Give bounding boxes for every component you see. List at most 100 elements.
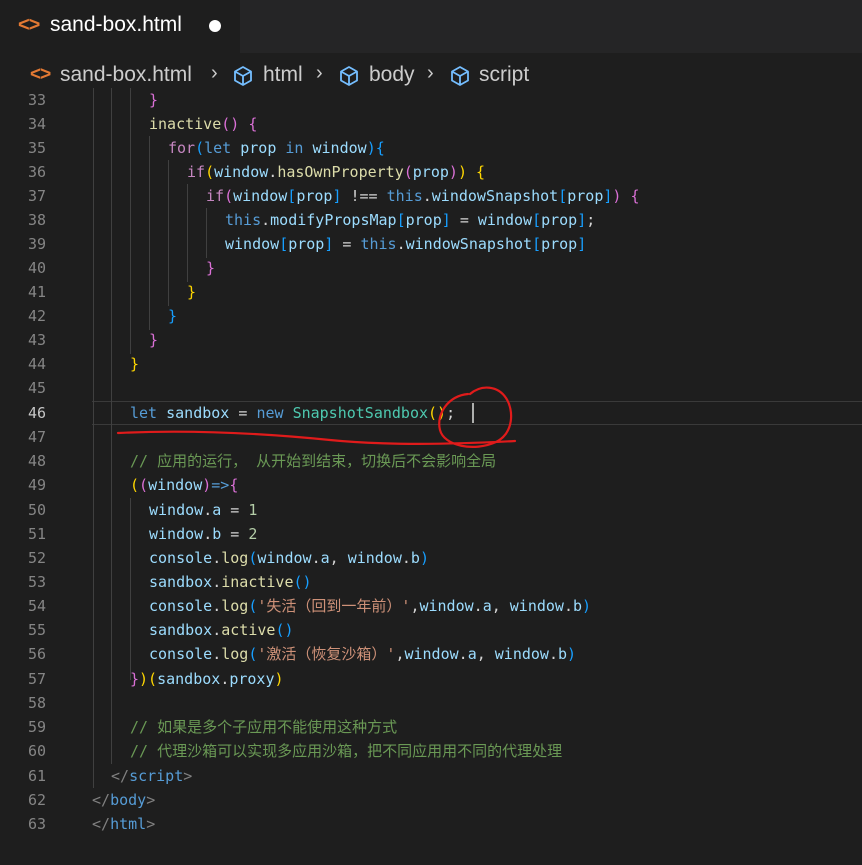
tab-sand-box-html[interactable]: <> sand-box.html (0, 0, 240, 53)
code-line: 39 window[prop] = this.windowSnapshot[pr… (0, 232, 862, 256)
code-line: 38 this.modifyPropsMap[prop] = window[pr… (0, 208, 862, 232)
line-number: 46 (27, 404, 46, 422)
code-text: </script> (111, 767, 193, 785)
code-text: sandbox.inactive() (149, 573, 312, 591)
code-text: if(window[prop] !== this.windowSnapshot[… (206, 187, 640, 205)
element-cube-icon (340, 66, 358, 86)
line-number: 56 (27, 645, 46, 663)
line-number: 55 (27, 621, 46, 639)
line-number: 36 (27, 163, 46, 181)
breadcrumb: <> sand-box.html › html › body › script (0, 53, 862, 93)
line-number: 63 (27, 815, 46, 833)
text-cursor (472, 403, 474, 423)
line-number: 41 (27, 283, 46, 301)
code-line: 35 for(let prop in window){ (0, 136, 862, 160)
code-text: inactive() { (149, 115, 258, 133)
html-file-icon: <> (30, 64, 51, 85)
line-number: 49 (27, 476, 46, 494)
code-line: 36 if(window.hasOwnProperty(prop)) { (0, 160, 862, 184)
code-comment: // 应用的运行， 从开始到结束，切换后不会影响全局 (130, 452, 497, 470)
line-number: 42 (27, 307, 46, 325)
line-number: 48 (27, 452, 46, 470)
code-text: } (187, 283, 197, 301)
line-number: 43 (27, 331, 46, 349)
code-line-current: 46 let sandbox = new SnapshotSandbox(); (0, 401, 862, 425)
line-number: 51 (27, 525, 46, 543)
code-line: 57 })(sandbox.proxy) (0, 667, 862, 691)
code-line: 34 inactive() { (0, 112, 862, 136)
code-line: 55 sandbox.active() (0, 618, 862, 642)
code-comment: // 代理沙箱可以实现多应用沙箱，把不同应用用不同的代理处理 (130, 742, 563, 760)
code-line: 33 } (0, 88, 862, 112)
code-line: 45 (0, 376, 862, 400)
code-line: 60 // 代理沙箱可以实现多应用沙箱，把不同应用用不同的代理处理 (0, 739, 862, 763)
code-text: console.log('失活（回到一年前）',window.a, window… (149, 597, 592, 615)
code-line: 62 </body> (0, 788, 862, 812)
code-text: for(let prop in window){ (168, 139, 385, 157)
code-text: } (149, 331, 159, 349)
chevron-right-icon: › (427, 62, 434, 84)
code-line: 58 (0, 691, 862, 715)
chevron-right-icon: › (316, 62, 323, 84)
line-number: 37 (27, 187, 46, 205)
string-literal: '失活（回到一年前）' (257, 597, 411, 615)
line-number: 61 (27, 767, 46, 785)
code-line: 54 console.log('失活（回到一年前）',window.a, win… (0, 594, 862, 618)
code-text: console.log('激活（恢复沙箱）',window.a, window.… (149, 645, 577, 663)
code-line: 53 sandbox.inactive() (0, 570, 862, 594)
code-comment: // 如果是多个子应用不能使用这种方式 (130, 718, 398, 736)
html-file-icon: <> (18, 14, 40, 36)
code-text: </html> (92, 815, 156, 833)
code-line: 51 window.b = 2 (0, 522, 862, 546)
code-line: 42 } (0, 304, 862, 328)
breadcrumb-item-script[interactable]: script (479, 63, 529, 87)
line-number: 38 (27, 211, 46, 229)
line-number: 39 (27, 235, 46, 253)
code-text: } (149, 91, 159, 109)
line-number: 53 (27, 573, 46, 591)
line-number: 59 (27, 718, 46, 736)
line-number: 45 (27, 379, 46, 397)
line-number: 62 (27, 791, 46, 809)
string-literal: '激活（恢复沙箱）' (257, 645, 396, 663)
line-number: 50 (27, 501, 46, 519)
code-text: let sandbox = new SnapshotSandbox(); (130, 404, 456, 422)
breadcrumb-item-html[interactable]: html (263, 63, 303, 87)
line-number: 52 (27, 549, 46, 567)
code-editor[interactable]: 33 } 34 inactive() { 35 for(let prop in … (0, 88, 862, 865)
line-number: 57 (27, 670, 46, 688)
line-number: 33 (27, 91, 46, 109)
code-line: 41 } (0, 280, 862, 304)
code-text: } (130, 355, 140, 373)
code-text: ((window)=>{ (130, 476, 239, 494)
code-line: 50 window.a = 1 (0, 498, 862, 522)
code-line: 59 // 如果是多个子应用不能使用这种方式 (0, 715, 862, 739)
code-text: window.a = 1 (149, 501, 258, 519)
code-line: 49 ((window)=>{ (0, 473, 862, 497)
code-text: if(window.hasOwnProperty(prop)) { (187, 163, 486, 181)
code-line: 43 } (0, 328, 862, 352)
code-line: 47 (0, 425, 862, 449)
code-text: } (206, 259, 216, 277)
code-text: window[prop] = this.windowSnapshot[prop] (225, 235, 587, 253)
code-line: 52 console.log(window.a, window.b) (0, 546, 862, 570)
line-number: 47 (27, 428, 46, 446)
line-number: 34 (27, 115, 46, 133)
code-line: 40 } (0, 256, 862, 280)
code-text: } (168, 307, 178, 325)
code-text: this.modifyPropsMap[prop] = window[prop]… (225, 211, 596, 229)
code-text: console.log(window.a, window.b) (149, 549, 429, 567)
tab-title: sand-box.html (50, 13, 182, 36)
code-line: 44 } (0, 352, 862, 376)
chevron-right-icon: › (211, 62, 218, 84)
unsaved-dot-icon[interactable] (209, 20, 221, 32)
code-text: })(sandbox.proxy) (130, 670, 284, 688)
line-number: 54 (27, 597, 46, 615)
element-cube-icon (451, 66, 469, 86)
code-line: 48 // 应用的运行， 从开始到结束，切换后不会影响全局 (0, 449, 862, 473)
breadcrumb-item-body[interactable]: body (369, 63, 415, 87)
code-text: </body> (92, 791, 156, 809)
line-number: 40 (27, 259, 46, 277)
code-text: window.b = 2 (149, 525, 258, 543)
breadcrumb-file[interactable]: sand-box.html (60, 63, 192, 87)
